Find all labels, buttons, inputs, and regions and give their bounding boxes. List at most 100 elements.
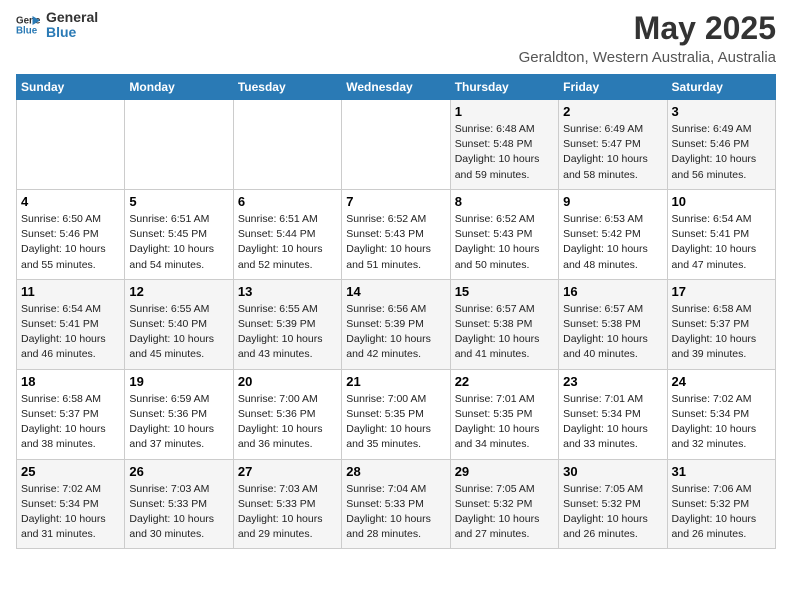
calendar-cell: 3Sunrise: 6:49 AM Sunset: 5:46 PM Daylig… xyxy=(667,100,775,190)
day-number: 23 xyxy=(563,374,662,389)
day-info: Sunrise: 7:00 AM Sunset: 5:35 PM Dayligh… xyxy=(346,392,445,453)
day-info: Sunrise: 6:52 AM Sunset: 5:43 PM Dayligh… xyxy=(455,212,554,273)
week-row-4: 18Sunrise: 6:58 AM Sunset: 5:37 PM Dayli… xyxy=(17,369,776,459)
day-info: Sunrise: 6:53 AM Sunset: 5:42 PM Dayligh… xyxy=(563,212,662,273)
day-number: 3 xyxy=(672,104,771,119)
day-info: Sunrise: 6:51 AM Sunset: 5:45 PM Dayligh… xyxy=(129,212,228,273)
calendar-cell: 15Sunrise: 6:57 AM Sunset: 5:38 PM Dayli… xyxy=(450,279,558,369)
day-info: Sunrise: 6:59 AM Sunset: 5:36 PM Dayligh… xyxy=(129,392,228,453)
day-info: Sunrise: 6:58 AM Sunset: 5:37 PM Dayligh… xyxy=(21,392,120,453)
day-info: Sunrise: 6:52 AM Sunset: 5:43 PM Dayligh… xyxy=(346,212,445,273)
main-title: May 2025 xyxy=(519,10,776,47)
calendar-body: 1 Sunrise: 6:48 AM Sunset: 5:48 PM Daylig… xyxy=(17,100,776,549)
day-info: Sunrise: 6:58 AM Sunset: 5:37 PM Dayligh… xyxy=(672,302,771,363)
calendar-cell: 30Sunrise: 7:05 AM Sunset: 5:32 PM Dayli… xyxy=(559,459,667,549)
day-number: 16 xyxy=(563,284,662,299)
logo-icon: General Blue xyxy=(16,13,40,37)
calendar-cell: 9 Sunrise: 6:53 AM Sunset: 5:42 PM Daylig… xyxy=(559,189,667,279)
day-number: 1 xyxy=(455,104,554,119)
calendar-cell: 18Sunrise: 6:58 AM Sunset: 5:37 PM Dayli… xyxy=(17,369,125,459)
calendar-cell: 10Sunrise: 6:54 AM Sunset: 5:41 PM Dayli… xyxy=(667,189,775,279)
calendar-cell: 19 Sunrise: 6:59 AM Sunset: 5:36 PM Dayli… xyxy=(125,369,233,459)
day-number: 19 xyxy=(129,374,228,389)
col-header-thursday: Thursday xyxy=(450,75,558,100)
calendar-cell: 8 Sunrise: 6:52 AM Sunset: 5:43 PM Daylig… xyxy=(450,189,558,279)
day-info: Sunrise: 7:01 AM Sunset: 5:34 PM Dayligh… xyxy=(563,392,662,453)
calendar-cell: 24Sunrise: 7:02 AM Sunset: 5:34 PM Dayli… xyxy=(667,369,775,459)
day-info: Sunrise: 7:05 AM Sunset: 5:32 PM Dayligh… xyxy=(455,482,554,543)
day-number: 15 xyxy=(455,284,554,299)
calendar-cell: 23 Sunrise: 7:01 AM Sunset: 5:34 PM Dayli… xyxy=(559,369,667,459)
day-info: Sunrise: 7:01 AM Sunset: 5:35 PM Dayligh… xyxy=(455,392,554,453)
calendar-cell: 5 Sunrise: 6:51 AM Sunset: 5:45 PM Daylig… xyxy=(125,189,233,279)
col-header-tuesday: Tuesday xyxy=(233,75,341,100)
day-info: Sunrise: 7:06 AM Sunset: 5:32 PM Dayligh… xyxy=(672,482,771,543)
day-number: 6 xyxy=(238,194,337,209)
day-info: Sunrise: 6:51 AM Sunset: 5:44 PM Dayligh… xyxy=(238,212,337,273)
week-row-3: 11 Sunrise: 6:54 AM Sunset: 5:41 PM Dayli… xyxy=(17,279,776,369)
logo-line1: General xyxy=(46,10,98,25)
day-number: 8 xyxy=(455,194,554,209)
col-header-monday: Monday xyxy=(125,75,233,100)
calendar-cell: 28Sunrise: 7:04 AM Sunset: 5:33 PM Dayli… xyxy=(342,459,450,549)
calendar-cell: 27Sunrise: 7:03 AM Sunset: 5:33 PM Dayli… xyxy=(233,459,341,549)
day-info: Sunrise: 6:48 AM Sunset: 5:48 PM Dayligh… xyxy=(455,122,554,183)
calendar-cell xyxy=(125,100,233,190)
day-info: Sunrise: 7:00 AM Sunset: 5:36 PM Dayligh… xyxy=(238,392,337,453)
day-number: 24 xyxy=(672,374,771,389)
day-info: Sunrise: 6:57 AM Sunset: 5:38 PM Dayligh… xyxy=(563,302,662,363)
day-number: 30 xyxy=(563,464,662,479)
day-number: 26 xyxy=(129,464,228,479)
week-row-2: 4Sunrise: 6:50 AM Sunset: 5:46 PM Daylig… xyxy=(17,189,776,279)
calendar-cell xyxy=(17,100,125,190)
day-info: Sunrise: 7:02 AM Sunset: 5:34 PM Dayligh… xyxy=(21,482,120,543)
day-info: Sunrise: 6:55 AM Sunset: 5:40 PM Dayligh… xyxy=(129,302,228,363)
calendar-cell xyxy=(342,100,450,190)
week-row-5: 25 Sunrise: 7:02 AM Sunset: 5:34 PM Dayli… xyxy=(17,459,776,549)
day-number: 28 xyxy=(346,464,445,479)
day-number: 7 xyxy=(346,194,445,209)
day-number: 17 xyxy=(672,284,771,299)
calendar-cell xyxy=(233,100,341,190)
logo-line2: Blue xyxy=(46,25,98,40)
calendar-cell: 4Sunrise: 6:50 AM Sunset: 5:46 PM Daylig… xyxy=(17,189,125,279)
day-number: 9 xyxy=(563,194,662,209)
day-info: Sunrise: 6:49 AM Sunset: 5:47 PM Dayligh… xyxy=(563,122,662,183)
calendar-cell: 12 Sunrise: 6:55 AM Sunset: 5:40 PM Dayli… xyxy=(125,279,233,369)
day-number: 29 xyxy=(455,464,554,479)
calendar-cell: 16 Sunrise: 6:57 AM Sunset: 5:38 PM Dayli… xyxy=(559,279,667,369)
day-number: 20 xyxy=(238,374,337,389)
day-info: Sunrise: 7:03 AM Sunset: 5:33 PM Dayligh… xyxy=(238,482,337,543)
calendar-cell: 14 Sunrise: 6:56 AM Sunset: 5:39 PM Dayli… xyxy=(342,279,450,369)
logo: General Blue General Blue xyxy=(16,10,98,41)
calendar-header-row: SundayMondayTuesdayWednesdayThursdayFrid… xyxy=(17,75,776,100)
calendar-cell: 7 Sunrise: 6:52 AM Sunset: 5:43 PM Daylig… xyxy=(342,189,450,279)
day-number: 13 xyxy=(238,284,337,299)
day-number: 21 xyxy=(346,374,445,389)
col-header-friday: Friday xyxy=(559,75,667,100)
calendar-cell: 1 Sunrise: 6:48 AM Sunset: 5:48 PM Daylig… xyxy=(450,100,558,190)
col-header-wednesday: Wednesday xyxy=(342,75,450,100)
day-number: 25 xyxy=(21,464,120,479)
calendar-cell: 11 Sunrise: 6:54 AM Sunset: 5:41 PM Dayli… xyxy=(17,279,125,369)
col-header-sunday: Sunday xyxy=(17,75,125,100)
page-header: General Blue General Blue May 2025 Geral… xyxy=(16,10,776,66)
day-number: 11 xyxy=(21,284,120,299)
day-number: 5 xyxy=(129,194,228,209)
day-number: 31 xyxy=(672,464,771,479)
day-info: Sunrise: 6:56 AM Sunset: 5:39 PM Dayligh… xyxy=(346,302,445,363)
day-number: 12 xyxy=(129,284,228,299)
calendar-cell: 20 Sunrise: 7:00 AM Sunset: 5:36 PM Dayli… xyxy=(233,369,341,459)
title-block: May 2025 Geraldton, Western Australia, A… xyxy=(519,10,776,66)
calendar-cell: 6 Sunrise: 6:51 AM Sunset: 5:44 PM Daylig… xyxy=(233,189,341,279)
calendar-cell: 22Sunrise: 7:01 AM Sunset: 5:35 PM Dayli… xyxy=(450,369,558,459)
calendar-cell: 21 Sunrise: 7:00 AM Sunset: 5:35 PM Dayli… xyxy=(342,369,450,459)
day-info: Sunrise: 6:50 AM Sunset: 5:46 PM Dayligh… xyxy=(21,212,120,273)
day-number: 14 xyxy=(346,284,445,299)
day-info: Sunrise: 6:55 AM Sunset: 5:39 PM Dayligh… xyxy=(238,302,337,363)
day-info: Sunrise: 6:54 AM Sunset: 5:41 PM Dayligh… xyxy=(21,302,120,363)
col-header-saturday: Saturday xyxy=(667,75,775,100)
calendar-cell: 31 Sunrise: 7:06 AM Sunset: 5:32 PM Dayli… xyxy=(667,459,775,549)
svg-text:Blue: Blue xyxy=(16,26,38,37)
calendar-cell: 17 Sunrise: 6:58 AM Sunset: 5:37 PM Dayli… xyxy=(667,279,775,369)
